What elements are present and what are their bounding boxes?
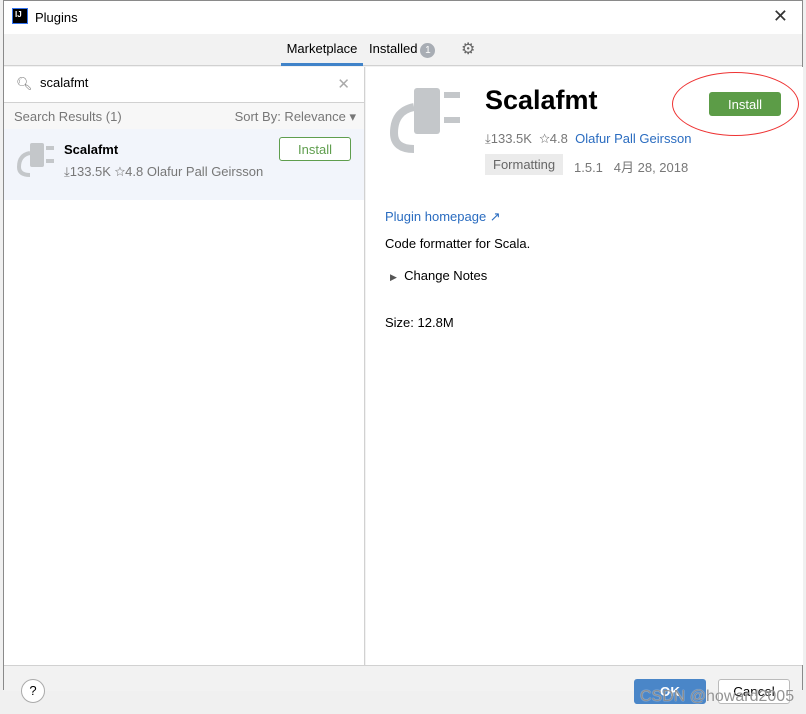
rating: ☆4.8 — [539, 131, 568, 146]
help-button[interactable]: ? — [21, 679, 45, 703]
chevron-right-icon: ▶ — [390, 272, 397, 282]
clear-icon[interactable]: ✕ — [337, 75, 350, 93]
install-button[interactable]: Install — [279, 137, 351, 161]
intellij-logo-icon: IJ — [12, 8, 28, 24]
downloads: ⤓133.5K — [64, 164, 111, 179]
watermark: CSDN @howard2005 — [640, 688, 795, 705]
version: 1.5.1 — [574, 160, 603, 175]
tab-installed-label: Installed — [369, 41, 418, 56]
list-item[interactable]: Scalafmt ⤓133.5K ☆4.8 Olafur Pall Geirss… — [4, 129, 364, 200]
change-notes-toggle[interactable]: ▶ Change Notes — [390, 268, 487, 283]
window-title: Plugins — [35, 10, 78, 25]
plugin-meta: ⤓133.5K ☆4.8 Olafur Pall Geirsson — [485, 131, 691, 147]
installed-count-badge: 1 — [420, 43, 436, 58]
plugin-title: Scalafmt — [485, 85, 598, 115]
search-icon[interactable]: 🔍︎ — [16, 76, 33, 92]
plugin-size: Size: 12.8M — [385, 315, 454, 330]
plugin-icon — [389, 88, 460, 153]
plugin-icon — [16, 143, 54, 177]
author: Olafur Pall Geirsson — [146, 164, 264, 179]
version-date: 1.5.1 4月 28, 2018 — [574, 157, 688, 176]
plugins-dialog: IJ Plugins ✕ Marketplace Installed 1 ⚙ 🔍︎… — [3, 0, 803, 704]
sort-dropdown[interactable]: Sort By: Relevance ▾ — [235, 109, 356, 125]
gear-icon[interactable]: ⚙ — [461, 39, 475, 59]
results-count: Search Results (1) — [14, 109, 122, 124]
category-tag[interactable]: Formatting — [485, 154, 564, 175]
rating: ☆4.8 — [114, 164, 144, 179]
close-icon[interactable]: ✕ — [773, 6, 788, 27]
tab-marketplace[interactable]: Marketplace — [281, 41, 363, 66]
plugin-list-panel: 🔍︎ ✕ Search Results (1) Sort By: Relevan… — [4, 67, 365, 665]
title-bar: IJ Plugins ✕ — [4, 1, 802, 34]
install-button[interactable]: Install — [709, 92, 781, 116]
search-input[interactable] — [40, 75, 320, 90]
results-header: Search Results (1) Sort By: Relevance ▾ — [4, 103, 364, 129]
plugin-homepage-link[interactable]: Plugin homepage ↗ — [385, 209, 501, 225]
downloads: ⤓133.5K — [485, 131, 532, 146]
author-link[interactable]: Olafur Pall Geirsson — [575, 131, 691, 146]
release-date: 4月 28, 2018 — [613, 160, 689, 175]
plugin-name: Scalafmt — [64, 142, 119, 157]
tab-bar: Marketplace Installed 1 ⚙ — [4, 34, 802, 66]
plugin-detail-panel: Scalafmt Install ⤓133.5K ☆4.8 Olafur Pal… — [366, 67, 803, 665]
description: Code formatter for Scala. — [385, 236, 531, 251]
plugin-meta: ⤓133.5K ☆4.8 Olafur Pall Geirsson — [64, 164, 263, 180]
search-bar: 🔍︎ ✕ — [4, 67, 364, 103]
tab-installed[interactable]: Installed 1 — [369, 41, 436, 58]
change-notes-label: Change Notes — [404, 268, 488, 283]
